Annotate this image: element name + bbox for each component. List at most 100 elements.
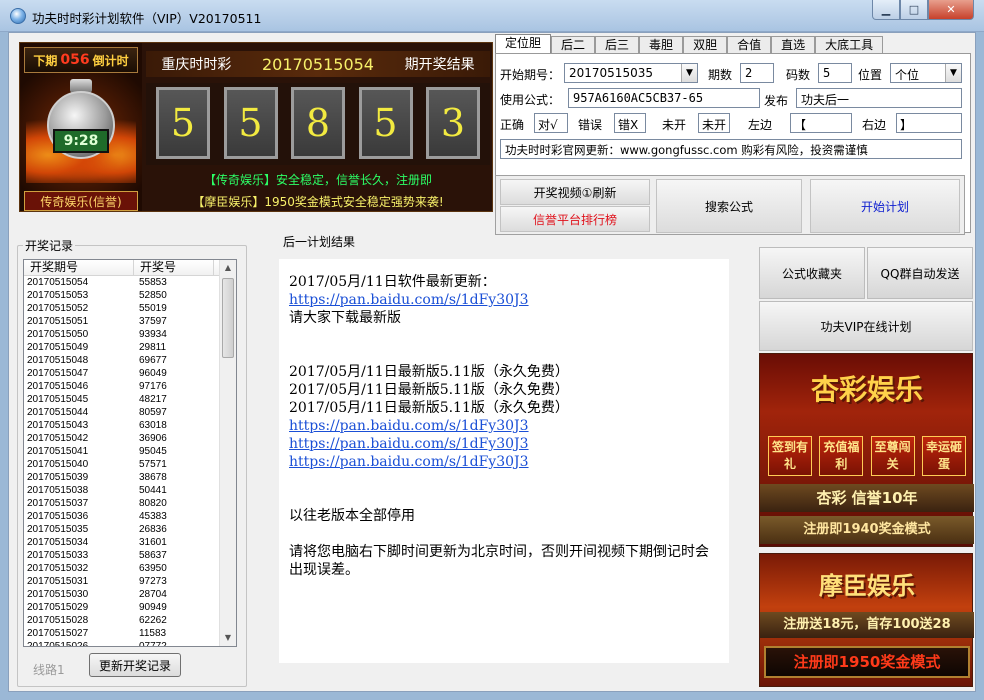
position-select[interactable]: 个位 ▼ [890,63,962,83]
countdown-clock: 9:28 [53,129,109,153]
ad-title: 摩臣娱乐 [819,571,915,600]
window-title: 功夫时时彩计划软件（VIP）V20170511 [32,11,262,26]
history-group-label: 开奖记录 [23,237,76,254]
start-plan-button[interactable]: 开始计划 [810,179,960,233]
table-row[interactable]: 20170515050 93934 [24,328,220,341]
table-row[interactable]: 20170515043 63018 [24,419,220,432]
wrong-mark-input[interactable]: 错X [614,113,646,133]
mochen-ad-banner[interactable]: 摩臣娱乐 注册送18元，首存100送28 注册即1950奖金模式 [759,553,974,687]
table-row[interactable]: 20170515051 37597 [24,315,220,328]
tab-position-gall[interactable]: 定位胆 [495,34,552,55]
publish-input[interactable]: 功夫后一 [796,88,962,108]
draw-digit: 5 [358,87,413,159]
formula-input[interactable]: 957A6160AC5CB37-65 [568,88,760,108]
table-row[interactable]: 20170515042 36906 [24,432,220,445]
table-row[interactable]: 20170515041 95045 [24,445,220,458]
qq-auto-send-button[interactable]: QQ群自动发送 [867,247,973,299]
table-row[interactable]: 20170515038 50441 [24,484,220,497]
table-row[interactable]: 20170515049 29811 [24,341,220,354]
table-row[interactable]: 20170515035 26836 [24,523,220,536]
history-rows: 20170515054 55853 20170515053 52850 20170515… [24,276,220,646]
draw-digit: 3 [426,87,480,159]
refresh-history-button[interactable]: 更新开奖记录 [89,653,181,677]
row-number: 38678 [139,472,167,483]
codes-input[interactable]: 5 [818,63,852,83]
maximize-button[interactable]: □ [900,0,928,20]
row-number: 29811 [139,342,167,353]
right-bracket-input[interactable]: 】 [896,113,962,133]
row-issue: 20170515050 [27,329,89,340]
table-row[interactable]: 20170515027 11583 [24,627,220,640]
result-text-panel[interactable]: 2017/05月/11日软件最新更新： https://pan.baidu.com… [279,259,729,663]
ranking-button[interactable]: 信誉平台排行榜 [500,206,650,232]
table-row[interactable]: 20170515047 96049 [24,367,220,380]
download-link[interactable]: https://pan.baidu.com/s/1dFy30J3 [289,435,719,453]
table-row[interactable]: 20170515031 97273 [24,575,220,588]
row-number: 58637 [139,550,167,561]
video-refresh-button[interactable]: 开奖视频①刷新 [500,179,650,205]
download-link[interactable]: https://pan.baidu.com/s/1dFy30J3 [289,417,719,435]
table-row[interactable]: 20170515037 80820 [24,497,220,510]
row-number: 26836 [139,524,167,535]
history-list[interactable]: 开奖期号 开奖号 20170515054 55853 20170515053 5285… [23,259,237,647]
row-issue: 20170515044 [27,407,89,418]
vip-online-plan-button[interactable]: 功夫VIP在线计划 [759,301,973,351]
xingcai-ad-banner[interactable]: 杏彩娱乐 签到有礼 充值福利 至尊闯关 幸运砸蛋 杏彩 信誉10年 注册即194… [759,353,974,547]
ad-slogan: 杏彩 信誉10年 [760,484,974,512]
table-row[interactable]: 20170515036 45383 [24,510,220,523]
table-row[interactable]: 20170515048 69677 [24,354,220,367]
table-row[interactable]: 20170515044 80597 [24,406,220,419]
row-number: 69677 [139,355,167,366]
ad-marquee-2[interactable]: 【摩臣娱乐】1950奖金模式安全稳定强势来袭! [146,193,490,211]
table-row[interactable]: 20170515040 57571 [24,458,220,471]
scroll-up-icon[interactable]: ▲ [220,260,236,276]
table-row[interactable]: 20170515029 90949 [24,601,220,614]
countdown-panel: 下期 056 倒计时 9:28 传奇娱乐(信誉) [20,43,142,211]
close-button[interactable]: ✕ [928,0,974,20]
table-row[interactable]: 20170515033 58637 [24,549,220,562]
casino-link-button[interactable]: 传奇娱乐(信誉) [24,191,138,211]
ad-tile: 幸运砸蛋 [921,436,966,476]
row-number: 55853 [139,277,167,288]
row-issue: 20170515041 [27,446,89,457]
table-row[interactable]: 20170515034 31601 [24,536,220,549]
col-header-issue[interactable]: 开奖期号 [24,260,134,275]
table-row[interactable]: 20170515054 55853 [24,276,220,289]
row-issue: 20170515047 [27,368,89,379]
history-scrollbar[interactable]: ▲ ▼ [219,260,236,646]
row-issue: 20170515054 [27,277,89,288]
table-row[interactable]: 20170515028 62262 [24,614,220,627]
col-header-number[interactable]: 开奖号 [134,260,214,275]
scroll-thumb[interactable] [222,278,234,358]
row-number: 96049 [139,368,167,379]
start-issue-select[interactable]: 20170515035 ▼ [564,63,698,83]
download-link[interactable]: https://pan.baidu.com/s/1dFy30J3 [289,453,719,471]
table-row[interactable]: 20170515032 63950 [24,562,220,575]
minimize-button[interactable]: ▁ [872,0,900,20]
left-bracket-input[interactable]: 【 [790,113,852,133]
unopened-mark-input[interactable]: 未开 [698,113,730,133]
scroll-down-icon[interactable]: ▼ [220,630,236,646]
table-row[interactable]: 20170515039 38678 [24,471,220,484]
result-line: 2017/05月/11日最新版5.11版（永久免费） [289,400,569,416]
table-row[interactable]: 20170515045 48217 [24,393,220,406]
result-line: 以往老版本全部停用 [289,508,415,524]
search-formula-button[interactable]: 搜索公式 [656,179,802,233]
table-row[interactable]: 20170515046 97176 [24,380,220,393]
download-link[interactable]: https://pan.baidu.com/s/1dFy30J3 [289,291,719,309]
row-number: 45383 [139,511,167,522]
correct-mark-input[interactable]: 对√ [534,113,568,133]
formula-folder-button[interactable]: 公式收藏夹 [759,247,865,299]
table-row[interactable]: 20170515030 28704 [24,588,220,601]
countdown-suffix: 倒计时 [92,53,129,68]
table-row[interactable]: 20170515053 52850 [24,289,220,302]
table-row[interactable]: 20170515026 07772 [24,640,220,646]
table-row[interactable]: 20170515052 55019 [24,302,220,315]
countdown-prefix: 下期 [33,53,58,68]
ad-marquee-1[interactable]: 【传奇娱乐】安全稳定，信誉长久，注册即 [146,171,490,189]
row-issue: 20170515027 [27,628,89,639]
notice-field[interactable]: 功夫时时彩官网更新：www.gongfussc.com 购彩有风险，投资需谨慎 [500,139,962,159]
periods-input[interactable]: 2 [740,63,774,83]
row-issue: 20170515048 [27,355,89,366]
